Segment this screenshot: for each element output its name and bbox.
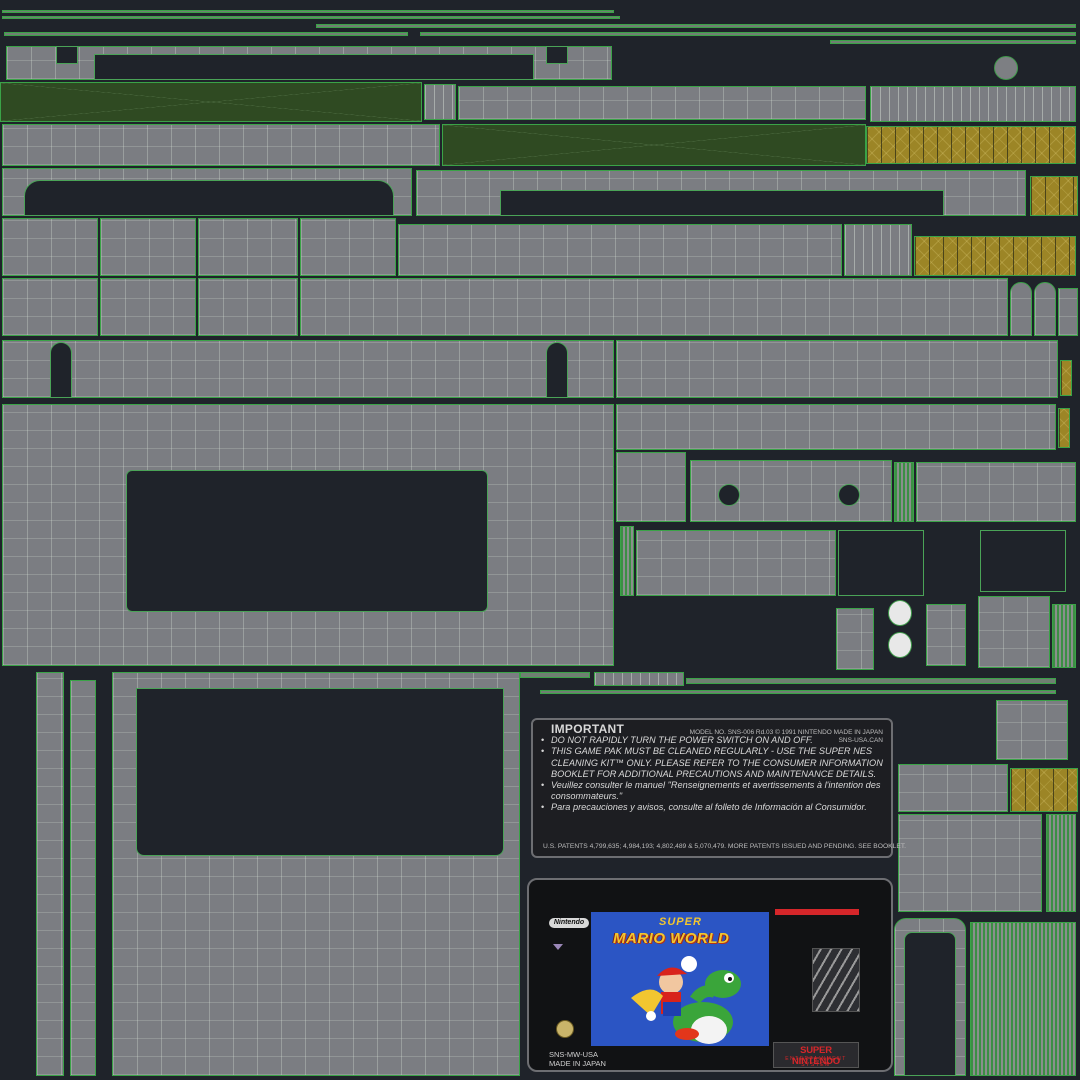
uv-block-small-1: [836, 608, 874, 670]
uv-screw-disc: [994, 56, 1018, 80]
uv-u-channel: [2, 340, 614, 398]
uv-zigzag-strip: [870, 86, 1076, 122]
uv-panel-r7: [616, 404, 1056, 450]
uv-top-notch-left: [56, 46, 78, 64]
nintendo-logo: Nintendo: [549, 918, 589, 928]
uv-panel-r8-c: [916, 462, 1076, 522]
uv-arch-3: [1058, 288, 1078, 336]
uv-ribbed-strip-2: [620, 526, 634, 596]
label-bullet-2: THIS GAME PAK MUST BE CLEANED REGULARLY …: [541, 746, 883, 780]
uv-block-right-2: [898, 764, 1008, 812]
label-red-bar: [775, 909, 859, 915]
uv-screw-hole-right: [838, 484, 860, 506]
uv-thin-strip-d: [540, 690, 1056, 694]
insert-arrow-icon: [553, 944, 563, 950]
uv-gold-strip-1: [866, 126, 1076, 164]
cartridge-front-label: Nintendo SUPER MARIO WORLD SNS-MW-USA MA…: [527, 878, 893, 1072]
uv-screw-hole-left: [718, 484, 740, 506]
uv-ribbed-strip-3: [1052, 604, 1076, 668]
uv-gold-block-1: [1030, 176, 1078, 216]
quality-seal-icon: [556, 1020, 574, 1038]
uv-strip-top-6: [830, 40, 1076, 44]
uv-arch-2: [1034, 282, 1056, 336]
uv-block-right-4-cut: [904, 932, 956, 1076]
uv-block-right-3: [898, 814, 1042, 912]
cartridge-code-id: SNS-MW-USA: [549, 1050, 599, 1059]
uv-panel-r5-c: [198, 278, 298, 336]
uv-strip-top-1: [2, 10, 614, 13]
uv-gold-block-2: [1010, 768, 1078, 812]
uv-panel-r5-a: [2, 278, 98, 336]
uv-block-small-2: [926, 604, 966, 666]
uv-strip-top-3: [316, 24, 1076, 28]
uv-panel-r9-a: [636, 530, 836, 596]
uv-vertical-rail-left-2: [70, 680, 96, 1076]
snes-emblem-icon: [812, 948, 860, 1012]
label-bullet-4: Para precauciones y avisos, consulte al …: [541, 802, 883, 813]
uv-gear-icon-1: [888, 600, 912, 626]
uv-vertical-rail-left: [36, 672, 64, 1076]
cartridge-made-in: MADE IN JAPAN: [549, 1059, 606, 1068]
uv-ribbed-strip-4: [1046, 814, 1076, 912]
uv-strip-top-5: [420, 32, 1076, 36]
uv-arch-1: [1010, 282, 1032, 336]
uv-top-notch-right: [546, 46, 568, 64]
uv-u-channel-slot-left: [50, 342, 72, 398]
uv-ribbed-small: [424, 84, 456, 120]
uv-rail-2-cut: [500, 190, 944, 216]
uv-top-frame-cut: [94, 54, 534, 80]
uv-gold-tab-2: [1058, 408, 1070, 448]
uv-cart-slot-opening: [126, 470, 488, 612]
uv-thin-strip-c: [686, 678, 1056, 684]
uv-long-panel-1: [2, 124, 440, 166]
uv-block-small-3: [978, 596, 1050, 668]
uv-slot-opening: [24, 180, 394, 216]
uv-panel-r4-e: [398, 224, 842, 276]
label-bullet-3: Veuillez consulter le manuel "Renseignem…: [541, 780, 883, 802]
super-nintendo-logo-subtext: ENTERTAINMENT SYSTEM: [785, 1056, 847, 1068]
uv-olive-panel-2: [442, 124, 866, 166]
uv-panel-r4-b: [100, 218, 196, 276]
uv-cutout-r9-b: [980, 530, 1066, 592]
uv-rail-1: [458, 86, 866, 120]
cartridge-code: SNS-MW-USA MADE IN JAPAN: [549, 1050, 606, 1068]
uv-gear-icon-2: [888, 632, 912, 658]
cartridge-back-label: IMPORTANT MODEL NO. SNS-006 Rd.03 © 1991…: [531, 718, 906, 858]
super-nintendo-logo: SUPER NINTENDO ENTERTAINMENT SYSTEM: [773, 1042, 859, 1068]
label-patents: U.S. PATENTS 4,799,635; 4,984,193; 4,802…: [543, 842, 907, 850]
uv-panel-r4-a: [2, 218, 98, 276]
uv-strip-top-2: [2, 16, 620, 19]
uv-ribbed-strip-5: [970, 922, 1076, 1076]
game-box-art: SUPER MARIO WORLD: [591, 912, 769, 1046]
uv-bottom-shell-opening: [136, 688, 504, 856]
uv-cutout-r9-a: [838, 530, 924, 596]
label-bullet-1: DO NOT RAPIDLY TURN THE POWER SWITCH ON …: [541, 735, 883, 746]
uv-strip-top-4: [4, 32, 408, 36]
uv-panel-r4-f: [844, 224, 912, 276]
uv-gold-strip-2: [914, 236, 1076, 276]
uv-panel-r4-d: [300, 218, 396, 276]
uv-gold-tab-1: [1060, 360, 1072, 396]
mario-yoshi-illustration: [631, 956, 741, 1044]
uv-u-channel-slot-right: [546, 342, 568, 398]
uv-ribbed-strip-1: [894, 462, 914, 522]
uv-thin-strip-a: [520, 672, 590, 678]
uv-panel-r5-b: [100, 278, 196, 336]
uv-panel-r5-d: [300, 278, 1008, 336]
uv-olive-panel-1: [0, 82, 422, 122]
uv-panel-r8-a: [616, 452, 686, 522]
uv-thin-strip-b: [594, 672, 684, 686]
uv-panel-r4-c: [198, 218, 298, 276]
uv-panel-r6-b: [616, 340, 1058, 398]
uv-block-right-1: [996, 700, 1068, 760]
